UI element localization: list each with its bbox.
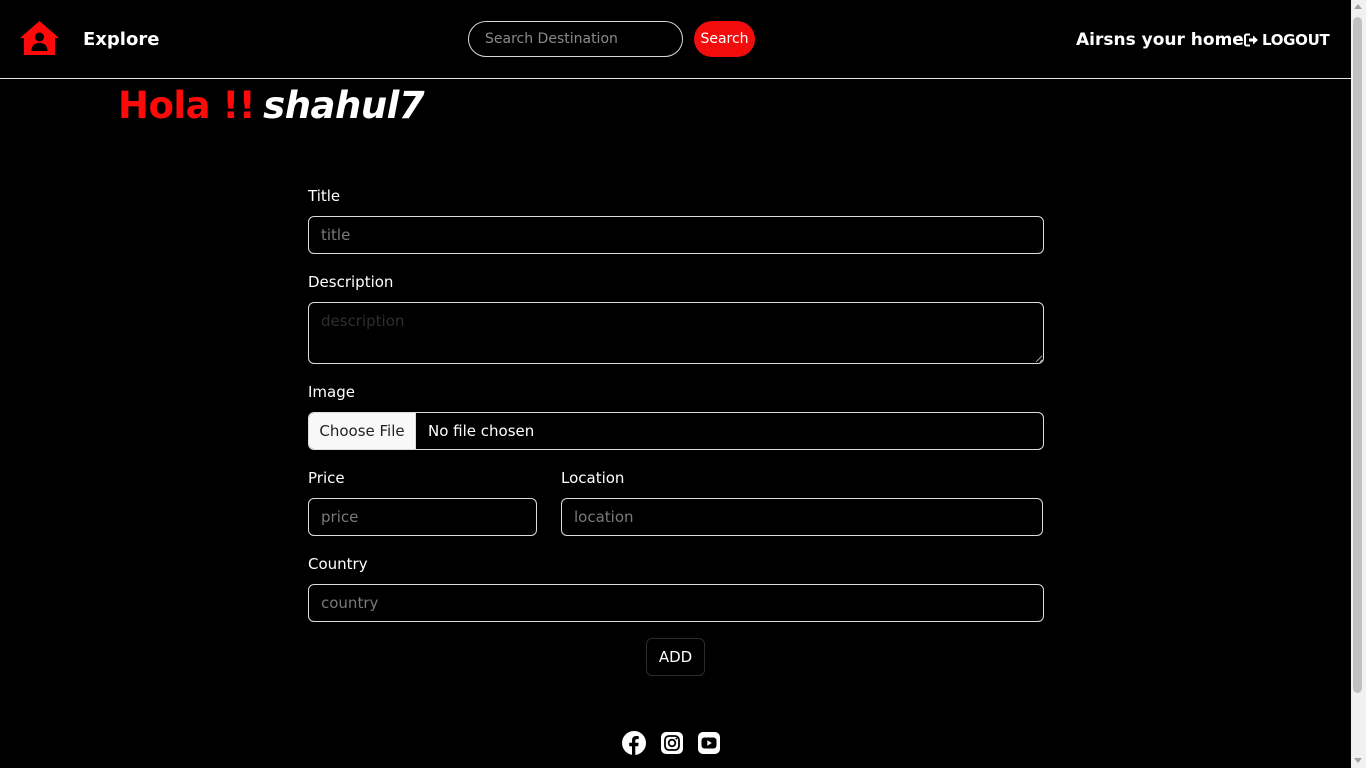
- country-input[interactable]: [308, 584, 1044, 622]
- scroll-up-arrow-icon[interactable]: [1354, 4, 1362, 9]
- logout-icon: [1244, 33, 1258, 47]
- scroll-down-arrow-icon[interactable]: [1354, 758, 1362, 763]
- search-button[interactable]: Search: [694, 21, 755, 57]
- logout-button[interactable]: LOGOUT: [1244, 31, 1330, 49]
- image-file-input[interactable]: Choose File No file chosen: [308, 412, 1044, 450]
- scrollbar-thumb[interactable]: [1353, 17, 1362, 693]
- price-label: Price: [308, 469, 345, 487]
- nav-explore-link[interactable]: Explore: [83, 29, 159, 51]
- title-label: Title: [308, 187, 341, 205]
- price-input[interactable]: [308, 498, 537, 536]
- airsns-your-home-link[interactable]: Airsns your home: [1076, 29, 1244, 51]
- file-status-text: No file chosen: [428, 422, 535, 440]
- greeting-heading: Hola !! shahul7: [118, 84, 425, 128]
- location-label: Location: [561, 469, 625, 487]
- greeting-username: shahul7: [263, 84, 425, 127]
- country-label: Country: [308, 555, 368, 573]
- home-logo-icon[interactable]: [19, 20, 60, 57]
- description-label: Description: [308, 273, 394, 291]
- youtube-icon[interactable]: [697, 731, 721, 755]
- add-button[interactable]: ADD: [646, 638, 705, 676]
- search-input[interactable]: [468, 21, 683, 57]
- location-input[interactable]: [561, 498, 1043, 536]
- description-textarea[interactable]: [308, 302, 1044, 364]
- facebook-icon[interactable]: [622, 731, 646, 755]
- navbar: Explore Search Airsns your home LOGOUT: [0, 0, 1351, 79]
- title-input[interactable]: [308, 216, 1044, 254]
- image-label: Image: [308, 383, 355, 401]
- choose-file-button[interactable]: Choose File: [309, 413, 416, 449]
- logout-label: LOGOUT: [1262, 31, 1330, 49]
- greeting-hola: Hola !!: [118, 84, 256, 127]
- instagram-icon[interactable]: [660, 731, 684, 755]
